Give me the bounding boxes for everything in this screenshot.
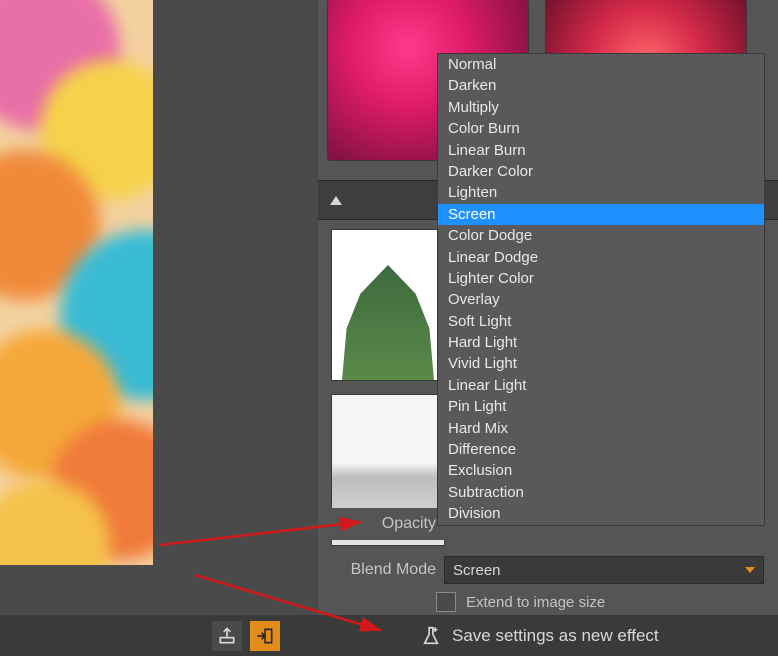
panel-gap (153, 0, 318, 615)
blend-mode-option[interactable]: Linear Light (438, 375, 764, 396)
extend-checkbox-row[interactable]: Extend to image size (436, 592, 605, 612)
extend-label: Extend to image size (466, 594, 605, 611)
blend-mode-option[interactable]: Overlay (438, 289, 764, 310)
blend-mode-label: Blend Mode (318, 561, 444, 579)
blend-mode-option[interactable]: Subtraction (438, 482, 764, 503)
disclosure-triangle-icon (330, 196, 342, 205)
blend-mode-row: Blend Mode Screen (318, 554, 778, 586)
apply-button[interactable] (250, 621, 280, 651)
blend-mode-option[interactable]: Darker Color (438, 161, 764, 182)
caret-down-icon (745, 567, 755, 573)
blend-mode-option[interactable]: Lighten (438, 182, 764, 203)
blend-mode-option[interactable]: Lighter Color (438, 268, 764, 289)
blend-mode-option[interactable]: Pin Light (438, 396, 764, 417)
bottom-toolbar: Save settings as new effect (0, 615, 778, 656)
opacity-label: Opacity (318, 515, 444, 533)
overlay-thumb[interactable] (332, 230, 444, 380)
blend-mode-option[interactable]: Screen (438, 204, 764, 225)
blend-mode-option[interactable]: Color Dodge (438, 225, 764, 246)
app-root: Opacity Blend Mode Screen Extend to imag… (0, 0, 778, 656)
export-icon (217, 626, 237, 646)
canvas-preview (0, 0, 153, 565)
save-effect-label: Save settings as new effect (452, 626, 659, 646)
blend-mode-dropdown[interactable]: NormalDarkenMultiplyColor BurnLinear Bur… (437, 53, 765, 526)
blend-mode-option[interactable]: Exclusion (438, 460, 764, 481)
blend-mode-option[interactable]: Linear Dodge (438, 247, 764, 268)
flask-icon (420, 625, 442, 647)
blend-mode-value: Screen (453, 562, 501, 579)
blend-mode-option[interactable]: Linear Burn (438, 140, 764, 161)
blend-mode-option[interactable]: Hard Light (438, 332, 764, 353)
blend-mode-option[interactable]: Color Burn (438, 118, 764, 139)
extend-checkbox[interactable] (436, 592, 456, 612)
blend-mode-option[interactable]: Soft Light (438, 311, 764, 332)
blend-mode-option[interactable]: Darken (438, 75, 764, 96)
blend-mode-option[interactable]: Normal (438, 54, 764, 75)
apply-icon (255, 626, 275, 646)
export-button[interactable] (212, 621, 242, 651)
blend-mode-option[interactable]: Multiply (438, 97, 764, 118)
blend-mode-option[interactable]: Hard Mix (438, 418, 764, 439)
save-effect-button[interactable]: Save settings as new effect (420, 625, 659, 647)
blend-mode-option[interactable]: Difference (438, 439, 764, 460)
blend-mode-combo[interactable]: Screen (444, 556, 764, 584)
blend-mode-option[interactable]: Division (438, 503, 764, 524)
blend-mode-option[interactable]: Vivid Light (438, 353, 764, 374)
